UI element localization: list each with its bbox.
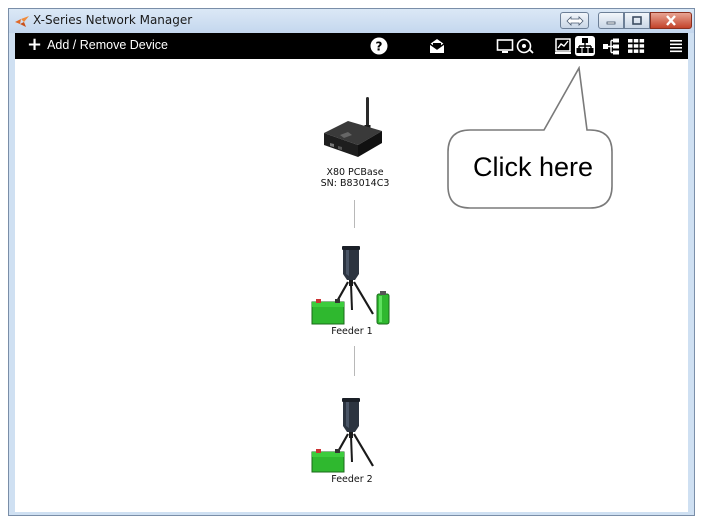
plus-icon: + [27, 34, 43, 55]
arrows-icon [565, 15, 584, 26]
help-icon[interactable]: ? [370, 37, 388, 55]
add-remove-device-label: Add / Remove Device [47, 38, 168, 52]
pcbase-device-icon[interactable] [318, 95, 390, 163]
feeder1-label: Feeder 1 [331, 326, 373, 337]
network-tree-icon[interactable] [575, 36, 595, 56]
feeder1-device-icon[interactable] [309, 244, 395, 326]
close-button[interactable] [650, 12, 692, 29]
hierarchy-icon[interactable] [602, 37, 620, 55]
window-title: X-Series Network Manager [33, 13, 193, 27]
maximize-icon [632, 15, 642, 25]
grid-icon[interactable] [627, 37, 645, 55]
menu-icon[interactable] [667, 37, 685, 55]
title-bar[interactable]: X-Series Network Manager [9, 9, 694, 33]
settings-icon[interactable] [516, 37, 534, 55]
app-logo-icon [15, 16, 29, 27]
feeder2-device-icon[interactable] [309, 396, 395, 474]
toolbar: + Add / Remove Device ? [15, 33, 688, 59]
monitor-icon[interactable] [496, 37, 514, 55]
mail-icon[interactable] [428, 37, 446, 55]
minimize-button[interactable] [598, 12, 624, 29]
callout-bubble [447, 66, 613, 209]
pcbase-serial: SN: B83014C3 [320, 178, 390, 189]
minimize-icon [606, 21, 616, 24]
svg-text:?: ? [376, 40, 383, 54]
pcbase-label: X80 PCBase SN: B83014C3 [296, 167, 414, 189]
add-remove-device-button[interactable]: + Add / Remove Device [27, 34, 168, 55]
pcbase-name: X80 PCBase [326, 167, 384, 178]
callout-text: Click here [472, 152, 594, 182]
feeder2-label: Feeder 2 [331, 474, 373, 485]
maximize-button[interactable] [624, 12, 650, 29]
connector-line [354, 200, 355, 228]
close-icon [666, 15, 676, 26]
connector-line [354, 346, 355, 376]
restore-button[interactable] [560, 12, 589, 29]
chart-icon[interactable] [554, 37, 572, 55]
